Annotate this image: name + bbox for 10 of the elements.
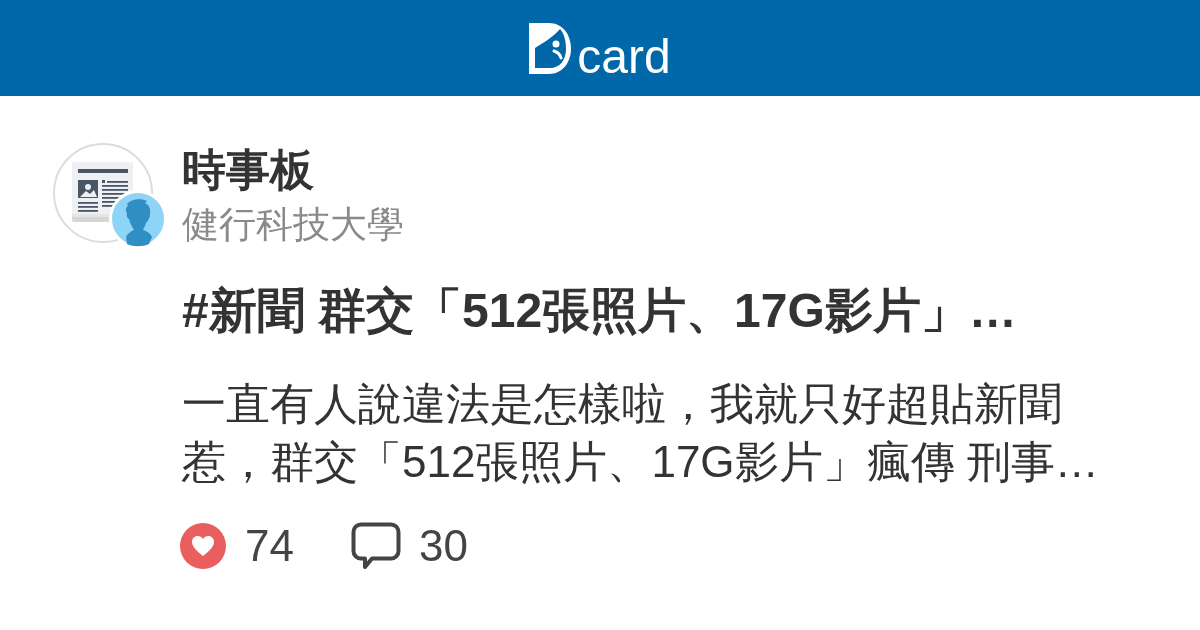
post-excerpt: 一直有人說違法是怎樣啦，我就只好超貼新聞惹，群交「512張照片、17G影片」瘋傳 刑事…: [181, 378, 1100, 488]
logo-icon: [529, 23, 572, 74]
board-name: 時事板: [181, 144, 315, 196]
like-count: 74: [245, 522, 294, 570]
comment-count: 30: [418, 522, 468, 570]
logo-text: card: [577, 34, 671, 80]
school-name: 健行科技大學: [181, 203, 405, 247]
person-silhouette-icon: [109, 190, 167, 248]
comment-icon: [350, 522, 401, 570]
post-title: #新聞 群交「512張照片、17G影片」…: [181, 283, 1018, 339]
